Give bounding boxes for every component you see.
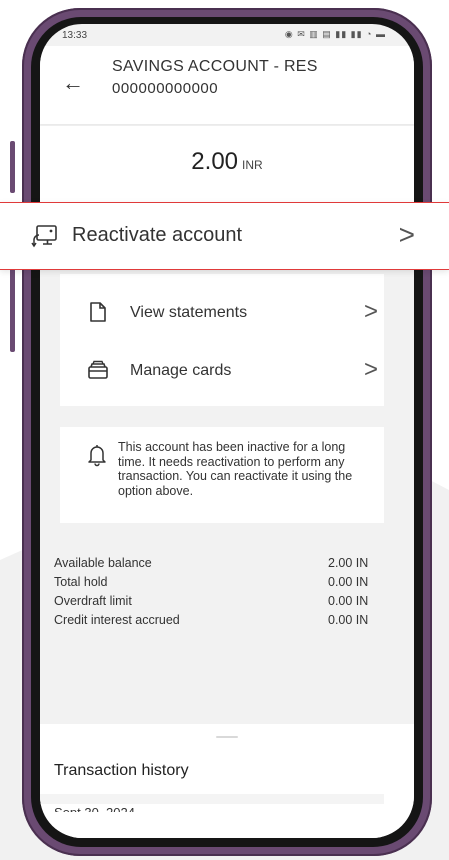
- phone-screen: 13:33 ◉ ✉ ▥ ▤ ▮▮ ▮▮ ◔ ▬ ← SAVINGS ACCOUN…: [40, 24, 414, 838]
- status-bar: 13:33 ◉ ✉ ▥ ▤ ▮▮ ▮▮ ◔ ▬: [40, 24, 414, 46]
- bell-icon: [88, 445, 106, 467]
- detail-label: Available balance: [54, 556, 152, 570]
- status-time: 13:33: [62, 30, 88, 41]
- volume-down-button: [10, 258, 15, 352]
- chevron-right-icon: >: [398, 219, 415, 250]
- reactivate-account-row[interactable]: Reactivate account >: [0, 202, 449, 270]
- volume-up-button: [10, 141, 15, 193]
- detail-value: 0.00 IN: [328, 575, 369, 589]
- balance-panel: 2.00 INR: [40, 126, 414, 204]
- card-stack-icon: [88, 360, 108, 379]
- document-icon: [90, 302, 106, 322]
- detail-label: Total hold: [54, 575, 108, 589]
- inactive-notice: This account has been inactive for a lon…: [60, 427, 384, 523]
- transaction-history-sheet[interactable]: Transaction history Sept 30, 2024: [40, 724, 414, 838]
- detail-label: Credit interest accrued: [54, 613, 180, 627]
- back-arrow-icon[interactable]: ←: [62, 72, 84, 94]
- computer-sync-icon: [31, 225, 57, 248]
- detail-row: Credit interest accrued 0.00 IN: [54, 613, 414, 632]
- inactive-notice-text: This account has been inactive for a lon…: [118, 440, 353, 498]
- chevron-right-icon: >: [363, 356, 378, 383]
- account-title: SAVINGS ACCOUNT - RES: [112, 58, 318, 75]
- detail-value: 0.00 IN: [328, 613, 369, 627]
- reactivate-account-label: Reactivate account: [72, 224, 243, 246]
- sheet-drag-handle[interactable]: [216, 736, 238, 738]
- transaction-date: Sept 30, 2024: [54, 806, 135, 812]
- transaction-history-title: Transaction history: [54, 762, 189, 779]
- manage-cards-row[interactable]: Manage cards >: [60, 348, 384, 394]
- manage-cards-label: Manage cards: [130, 362, 232, 379]
- history-divider: [40, 794, 384, 804]
- balance-amount: 2.00: [191, 148, 239, 175]
- chevron-right-icon: >: [363, 298, 378, 325]
- actions-card: View statements > Manage cards >: [60, 274, 384, 406]
- detail-value: 2.00 IN: [328, 556, 369, 570]
- account-details: Available balance 2.00 IN Total hold 0.0…: [54, 556, 414, 632]
- detail-label: Overdraft limit: [54, 594, 132, 608]
- detail-row: Overdraft limit 0.00 IN: [54, 594, 414, 613]
- balance-amount-row: 2.00 INR: [40, 148, 414, 176]
- balance-currency: INR: [242, 158, 263, 172]
- detail-row: Total hold 0.00 IN: [54, 575, 414, 594]
- detail-value: 0.00 IN: [328, 594, 369, 608]
- account-number: 000000000000: [112, 80, 219, 97]
- detail-row: Available balance 2.00 IN: [54, 556, 414, 575]
- view-statements-row[interactable]: View statements >: [60, 290, 384, 336]
- account-header: ← SAVINGS ACCOUNT - RES 000000000000: [40, 46, 414, 124]
- view-statements-label: View statements: [130, 304, 248, 321]
- status-icons: ◉ ✉ ▥ ▤ ▮▮ ▮▮ ◔ ▬: [284, 29, 386, 39]
